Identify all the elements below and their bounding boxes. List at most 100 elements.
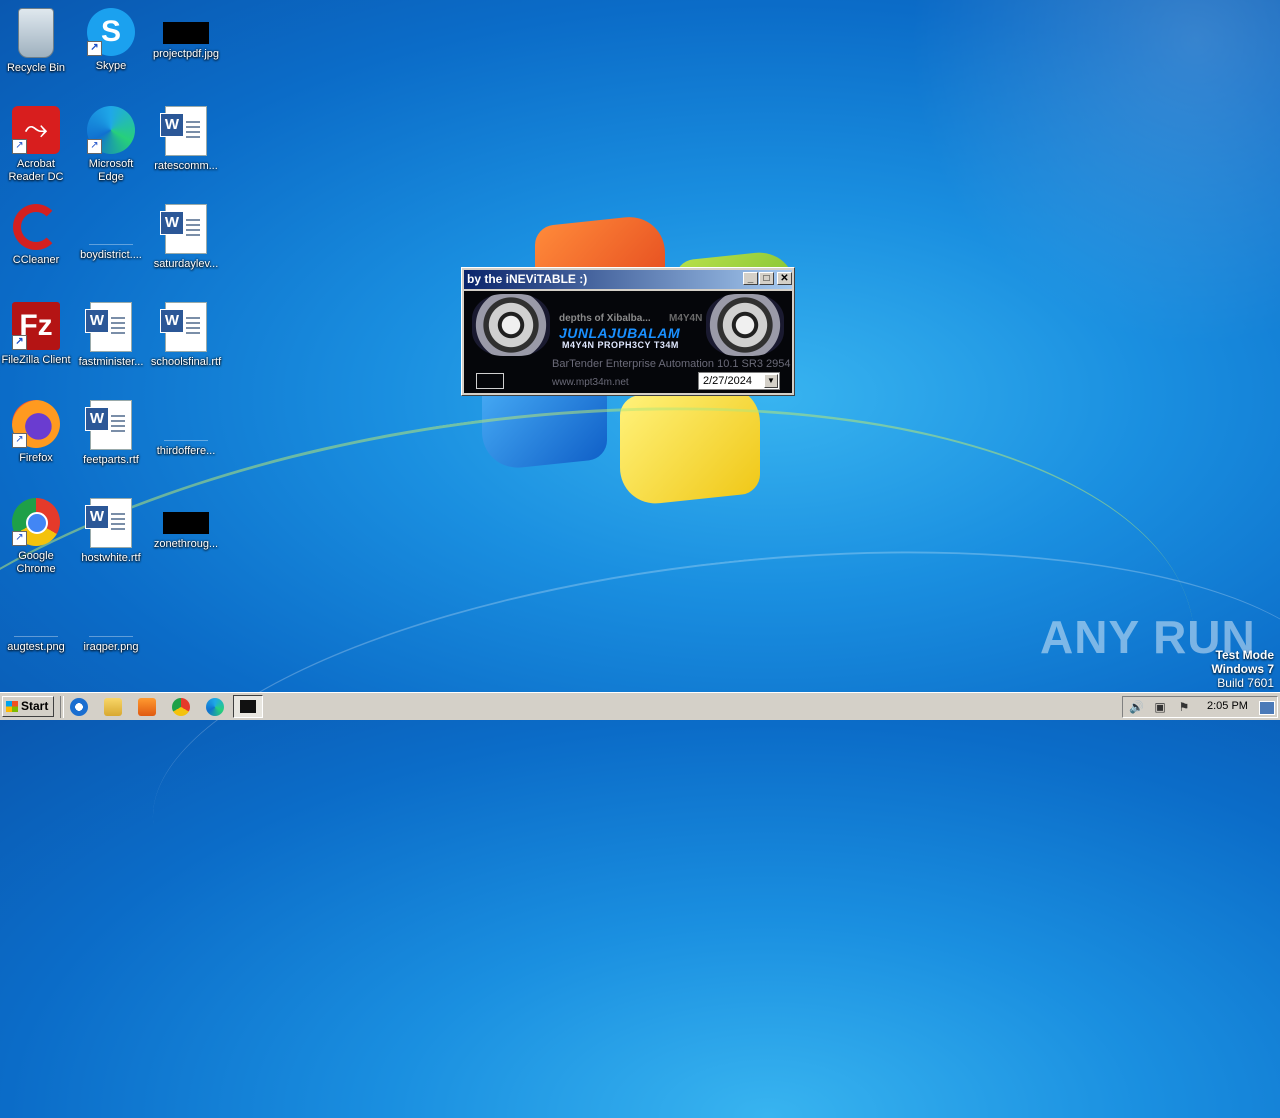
desktop-icon-ratescomm[interactable]: ratescomm... (148, 100, 224, 173)
dialog-title: by the iNEViTABLE :) (467, 272, 588, 286)
desktop-icon-firefox[interactable]: ↗ Firefox (0, 394, 74, 465)
desktop-icon-zonethroug[interactable]: zonethroug... (148, 492, 224, 551)
desktop-icon-iraqper[interactable]: iraqper.png (73, 590, 149, 654)
file-icon (89, 220, 133, 245)
word-document-icon (160, 302, 207, 352)
desktop-icon-label: Acrobat Reader DC (8, 158, 64, 183)
desktop-icon-chrome[interactable]: ↗ Google Chrome (0, 492, 74, 576)
file-explorer-icon[interactable] (104, 698, 122, 716)
desktop-icon-fastminister[interactable]: fastminister... (73, 296, 149, 369)
word-document-icon (85, 400, 132, 450)
network-icon[interactable]: ▣ (1153, 700, 1167, 714)
clock[interactable]: 2:05 PM (1207, 700, 1248, 712)
image-file-icon (163, 22, 209, 44)
desktop-icon-label: hostwhite.rtf (81, 552, 141, 564)
shortcut-arrow-icon: ↗ (87, 41, 102, 56)
internet-explorer-icon[interactable] (70, 698, 88, 716)
date-value: 2/27/2024 (703, 375, 752, 387)
dialog-banner: depths of Xibalba... M4Y4N JUNLAJUBALAM … (464, 291, 792, 393)
desktop-icon-label: FileZilla Client (1, 354, 71, 366)
chrome-icon: ↗ (12, 498, 60, 546)
product-name: BarTender Enterprise Automation 10.1 SR3… (552, 358, 791, 370)
desktop-icon-label: Microsoft Edge (88, 158, 134, 183)
edge-icon: ↗ (87, 106, 135, 154)
edge-taskbar-icon[interactable] (206, 698, 224, 716)
maximize-icon: □ (763, 273, 770, 284)
shortcut-arrow-icon: ↗ (12, 335, 27, 350)
desktop-icon-schoolsfinal[interactable]: schoolsfinal.rtf (148, 296, 224, 369)
acrobat-icon: ⤳ ↗ (12, 106, 60, 154)
desktop-icon-label: CCleaner (12, 254, 60, 266)
keygen-dialog: by the iNEViTABLE :) _ □ ✕ depths of Xib… (461, 267, 795, 396)
desktop-icon-label: augtest.png (7, 641, 65, 653)
wallpaper-glow (860, 0, 1280, 400)
desktop-icon-feetparts[interactable]: feetparts.rtf (73, 394, 149, 467)
desktop-icon-edge[interactable]: ↗ Microsoft Edge (73, 100, 149, 184)
os-label: Windows 7 (1211, 662, 1274, 676)
action-center-flag-icon[interactable]: ⚑ (1177, 700, 1191, 714)
show-desktop-icon[interactable] (1259, 701, 1275, 715)
recycle-bin-icon (18, 8, 54, 58)
desktop-icon-label: Firefox (19, 452, 53, 464)
mayan-mask-image (706, 294, 784, 356)
shortcut-arrow-icon: ↗ (12, 139, 27, 154)
mayan-mask-image (472, 294, 550, 356)
desktop-icon-label: Recycle Bin (6, 62, 66, 74)
desktop-icon-recycle-bin[interactable]: Recycle Bin (0, 2, 74, 75)
desktop-icon-label: zonethroug... (153, 538, 219, 550)
generate-button[interactable] (476, 373, 504, 389)
image-file-icon (163, 512, 209, 534)
dialog-title-bar[interactable]: by the iNEViTABLE :) _ □ ✕ (464, 270, 792, 289)
volume-icon[interactable]: 🔊 (1129, 700, 1144, 714)
close-icon: ✕ (780, 273, 789, 284)
banner-title: JUNLAJUBALAM (559, 325, 681, 341)
minimize-button[interactable]: _ (743, 272, 758, 285)
desktop-icon-label: Skype (95, 60, 127, 72)
word-document-icon (160, 106, 207, 156)
word-document-icon (85, 498, 132, 548)
desktop-icon-label: ratescomm... (154, 160, 218, 172)
taskbar: Start 🔊 ▣ ⚑ 2:05 PM (0, 692, 1280, 720)
shortcut-arrow-icon: ↗ (12, 531, 27, 546)
start-button[interactable]: Start (2, 696, 54, 717)
desktop-icon-skype[interactable]: S ↗ Skype (73, 2, 149, 73)
desktop-icon-thirdoffere[interactable]: thirdoffere... (148, 394, 224, 458)
skype-icon: S ↗ (87, 8, 135, 56)
website-link[interactable]: www.mpt34m.net (552, 377, 629, 388)
date-picker[interactable]: 2/27/2024 ▼ (698, 372, 780, 390)
banner-tag: M4Y4N (669, 313, 703, 324)
chrome-taskbar-icon[interactable] (172, 698, 190, 716)
shortcut-arrow-icon: ↗ (12, 433, 27, 448)
desktop-icon-filezilla[interactable]: Fz ↗ FileZilla Client (0, 296, 74, 367)
desktop-icon-ccleaner[interactable]: CCleaner (0, 198, 74, 267)
desktop-icon-augtest[interactable]: augtest.png (0, 590, 74, 654)
dropdown-arrow-icon[interactable]: ▼ (764, 374, 778, 388)
media-player-icon[interactable] (138, 698, 156, 716)
desktop-icon-label: fastminister... (78, 356, 144, 368)
desktop-icon-label: projectpdf.jpg (152, 48, 220, 60)
desktop-icon-label: feetparts.rtf (83, 454, 139, 466)
shortcut-arrow-icon: ↗ (87, 139, 102, 154)
filezilla-icon: Fz ↗ (12, 302, 60, 350)
desktop-icon-label: boydistrict.... (80, 249, 142, 261)
minimize-icon: _ (747, 273, 754, 284)
desktop-icon-projectpdf[interactable]: projectpdf.jpg (148, 2, 224, 61)
system-tray: 🔊 ▣ ⚑ 2:05 PM (1122, 696, 1278, 718)
active-app-taskbar-button[interactable] (233, 695, 263, 718)
banner-tagline: depths of Xibalba... (559, 313, 651, 324)
file-icon (14, 612, 58, 637)
word-document-icon (85, 302, 132, 352)
desktop-icon-label: saturdaylev... (153, 258, 219, 270)
file-icon (89, 612, 133, 637)
close-button[interactable]: ✕ (777, 272, 792, 285)
maximize-button[interactable]: □ (759, 272, 774, 285)
test-mode-label: Test Mode (1215, 648, 1274, 662)
build-label: Build 7601 (1217, 676, 1274, 690)
taskbar-separator (60, 696, 64, 718)
desktop-icon-acrobat[interactable]: ⤳ ↗ Acrobat Reader DC (0, 100, 74, 184)
desktop-icon-saturdaylev[interactable]: saturdaylev... (148, 198, 224, 271)
test-mode-notice: Test Mode Windows 7 Build 7601 (1211, 648, 1274, 690)
word-document-icon (160, 204, 207, 254)
desktop-icon-boydistrict[interactable]: boydistrict.... (73, 198, 149, 262)
desktop-icon-hostwhite[interactable]: hostwhite.rtf (73, 492, 149, 565)
